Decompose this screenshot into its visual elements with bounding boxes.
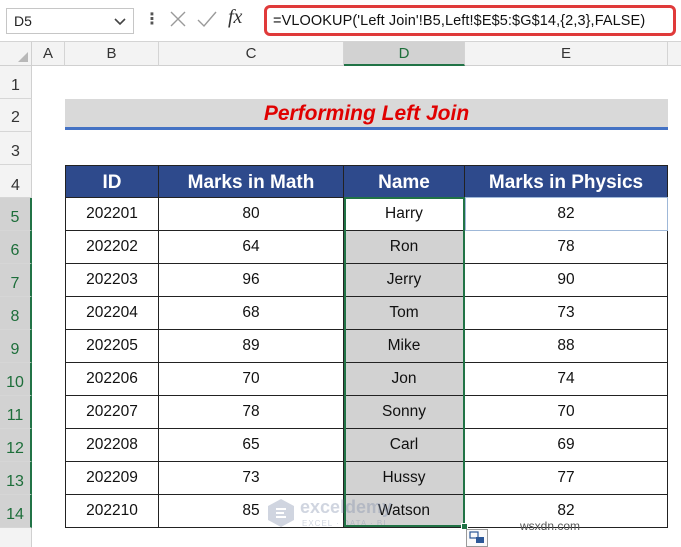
insert-function-icon[interactable]: fx — [228, 6, 242, 29]
table-header-id[interactable]: ID — [65, 165, 159, 198]
column-header-f-partial[interactable] — [668, 42, 681, 66]
cell-id[interactable]: 202202 — [65, 231, 159, 264]
logo-watermark-title: exceldemy — [300, 497, 393, 517]
cell-id[interactable]: 202201 — [65, 198, 159, 231]
more-options-icon[interactable]: ⋮ — [144, 9, 160, 29]
cell-id[interactable]: 202208 — [65, 429, 159, 462]
row-header-13[interactable]: 13 — [0, 462, 32, 495]
row-header-8[interactable]: 8 — [0, 297, 32, 330]
cell-marks-math[interactable]: 64 — [159, 231, 344, 264]
table-header-marks-math[interactable]: Marks in Math — [159, 165, 344, 198]
row-header-2[interactable]: 2 — [0, 99, 32, 132]
row-header-10[interactable]: 10 — [0, 363, 32, 396]
cell-marks-math[interactable]: 80 — [159, 198, 344, 231]
cell-name[interactable]: Tom — [344, 297, 465, 330]
cell-marks-math[interactable]: 89 — [159, 330, 344, 363]
table-header-marks-physics[interactable]: Marks in Physics — [465, 165, 668, 198]
cell-name[interactable]: Hussy — [344, 462, 465, 495]
table-header-name[interactable]: Name — [344, 165, 465, 198]
row-header-9[interactable]: 9 — [0, 330, 32, 363]
column-header-b[interactable]: B — [65, 42, 159, 66]
select-all-button[interactable] — [0, 42, 32, 66]
cell-name[interactable]: Sonny — [344, 396, 465, 429]
cell-marks-math[interactable]: 70 — [159, 363, 344, 396]
cell-marks-physics[interactable]: 74 — [465, 363, 668, 396]
cell-id[interactable]: 202203 — [65, 264, 159, 297]
select-all-triangle-icon — [18, 52, 28, 62]
cell-name[interactable]: Jon — [344, 363, 465, 396]
row-header-12[interactable]: 12 — [0, 429, 32, 462]
site-watermark: wsxdn.com — [520, 519, 581, 533]
cell-id[interactable]: 202204 — [65, 297, 159, 330]
cell-name[interactable]: Carl — [344, 429, 465, 462]
column-header-c[interactable]: C — [159, 42, 344, 66]
cell-marks-physics[interactable]: 90 — [465, 264, 668, 297]
formula-bar: D5 ⋮ fx =VLOOKUP('Left Join'!B5,Left!$E$… — [0, 0, 681, 42]
cell-name[interactable]: Ron — [344, 231, 465, 264]
cell-id[interactable]: 202206 — [65, 363, 159, 396]
sheet-title: Performing Left Join — [263, 102, 470, 125]
cell-id[interactable]: 202207 — [65, 396, 159, 429]
cell-marks-physics[interactable]: 73 — [465, 297, 668, 330]
logo-watermark: exceldemy EXCEL · DATA · BI — [266, 497, 446, 533]
row-header-15-partial[interactable] — [0, 528, 32, 547]
enter-checkmark-icon[interactable] — [196, 8, 218, 30]
cell-id[interactable]: 202210 — [65, 495, 159, 528]
logo-icon — [268, 499, 294, 527]
cell-marks-math[interactable]: 96 — [159, 264, 344, 297]
cell-marks-physics[interactable]: 82 — [465, 198, 668, 231]
cell-marks-math[interactable]: 73 — [159, 462, 344, 495]
column-header-d[interactable]: D — [344, 42, 465, 66]
logo-watermark-subtitle: EXCEL · DATA · BI — [302, 519, 387, 528]
name-box-value: D5 — [14, 13, 32, 29]
cell-marks-physics[interactable]: 78 — [465, 231, 668, 264]
cancel-icon[interactable] — [168, 8, 188, 30]
row-header-5[interactable]: 5 — [0, 198, 32, 231]
name-box[interactable]: D5 — [6, 8, 134, 34]
quick-analysis-icon[interactable] — [466, 529, 488, 547]
row-header-7[interactable]: 7 — [0, 264, 32, 297]
chevron-down-icon[interactable] — [113, 12, 127, 33]
cell-name[interactable]: Jerry — [344, 264, 465, 297]
row-header-3[interactable]: 3 — [0, 132, 32, 165]
cell-name[interactable]: Harry — [344, 198, 465, 231]
formula-input[interactable]: =VLOOKUP('Left Join'!B5,Left!$E$5:$G$14,… — [264, 5, 676, 36]
cell-marks-math[interactable]: 65 — [159, 429, 344, 462]
cell-marks-physics[interactable]: 77 — [465, 462, 668, 495]
row-header-14[interactable]: 14 — [0, 495, 32, 528]
cell-marks-physics[interactable]: 70 — [465, 396, 668, 429]
cell-marks-physics[interactable]: 69 — [465, 429, 668, 462]
formula-text: =VLOOKUP('Left Join'!B5,Left!$E$5:$G$14,… — [273, 13, 646, 29]
cell-marks-math[interactable]: 78 — [159, 396, 344, 429]
cell-id[interactable]: 202205 — [65, 330, 159, 363]
cell-marks-physics[interactable]: 88 — [465, 330, 668, 363]
cell-id[interactable]: 202209 — [65, 462, 159, 495]
title-banner[interactable]: Performing Left Join — [65, 99, 668, 130]
row-header-1[interactable]: 1 — [0, 66, 32, 99]
column-header-e[interactable]: E — [465, 42, 668, 66]
cell-name[interactable]: Mike — [344, 330, 465, 363]
row-header-11[interactable]: 11 — [0, 396, 32, 429]
column-header-a[interactable]: A — [32, 42, 65, 66]
row-header-6[interactable]: 6 — [0, 231, 32, 264]
cell-marks-math[interactable]: 68 — [159, 297, 344, 330]
row-header-4[interactable]: 4 — [0, 165, 32, 198]
